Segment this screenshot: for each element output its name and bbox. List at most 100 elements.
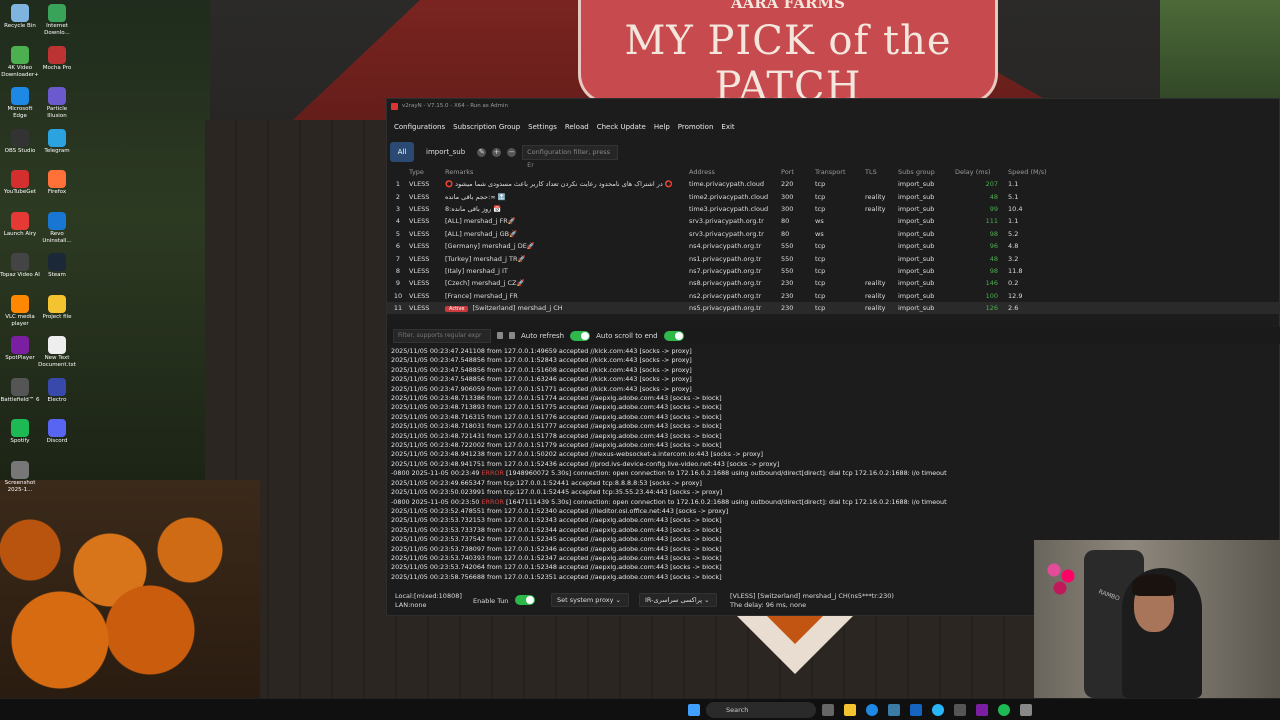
- tab-import-sub[interactable]: import_sub: [420, 148, 471, 156]
- table-row[interactable]: 9 VLESS [Czech] mershad_j CZ🚀 ns8.privacypa…: [387, 277, 1280, 289]
- routing-select[interactable]: IR-پراکسی سراسری ⌄: [639, 593, 717, 607]
- column-header[interactable]: Port: [781, 168, 815, 176]
- table-row[interactable]: 4 VLESS [ALL] mershad_j FR🚀 srv3.privacypat…: [387, 215, 1280, 227]
- table-cell: 230: [781, 279, 794, 288]
- table-row[interactable]: 3 VLESS روز باقی مانده:8 📅 time3.privacypat…: [387, 203, 1280, 215]
- desktop-icon[interactable]: Project file: [37, 294, 77, 321]
- table-row[interactable]: 6 VLESS [Germany] mershad_j DE🚀 ns4.privacy…: [387, 240, 1280, 252]
- column-header[interactable]: Type: [409, 168, 445, 176]
- desktop-icon[interactable]: Telegram: [37, 128, 77, 155]
- menu-item-promotion[interactable]: Promotion: [678, 123, 714, 131]
- desktop-icon-label: Steam: [48, 272, 66, 278]
- table-row[interactable]: 1 VLESS ⭕ در اشتراک های نامحدود رعایت نکرد…: [387, 178, 1280, 190]
- column-header[interactable]: TLS: [865, 168, 898, 176]
- table-row[interactable]: 11 VLESS Active [Switzerland] mershad_j CH n…: [387, 301, 1280, 315]
- settings-icon[interactable]: [954, 704, 966, 716]
- desktop-icon[interactable]: Discord: [37, 419, 77, 445]
- column-header[interactable]: Speed (M/s): [1008, 168, 1068, 176]
- task-view-icon[interactable]: [822, 704, 834, 716]
- log-line: 2025/11/05 00:23:48.722002 from 127.0.0.…: [391, 441, 722, 450]
- enable-tun-toggle[interactable]: [515, 595, 535, 605]
- desktop-icon[interactable]: Microsoft Edge: [0, 87, 40, 120]
- desktop-icon[interactable]: OBS Studio: [0, 128, 40, 155]
- config-filter-input[interactable]: Configuration filter, press Er: [522, 144, 619, 169]
- title-bar[interactable]: v2rayN - V7.15.0 - X64 - Run as Admin: [387, 99, 1279, 113]
- desktop-icon[interactable]: Firefox: [37, 170, 77, 196]
- desktop-icon[interactable]: 4K Video Downloader+: [0, 45, 40, 79]
- taskbar-search[interactable]: Search: [706, 702, 816, 718]
- taskbar: Search: [0, 698, 1280, 720]
- log-toolbar: Filter, supports regular expr Auto refre…: [387, 327, 1280, 344]
- log-filter-input[interactable]: Filter, supports regular expr: [393, 328, 491, 343]
- menu-item-configurations[interactable]: Configurations: [394, 123, 445, 131]
- desktop-icon[interactable]: Recycle Bin: [0, 4, 40, 30]
- log-line: 2025/11/05 00:23:48.941238 from 127.0.0.…: [391, 450, 763, 459]
- steam-icon: [48, 253, 66, 271]
- tab-all[interactable]: All: [390, 142, 414, 162]
- auto-refresh-toggle[interactable]: [570, 330, 591, 341]
- table-cell: 80: [781, 229, 790, 238]
- desktop-icon[interactable]: Launch Airy: [0, 211, 40, 238]
- vscode-icon[interactable]: [888, 704, 900, 716]
- server-table: Type Remarks Address Port Transport TLS Subs g…: [387, 165, 1280, 315]
- remove-sub-icon[interactable]: −: [507, 147, 517, 157]
- spotify-taskbar-icon[interactable]: [998, 704, 1010, 716]
- desktop-icon[interactable]: Revo Uninstall...: [37, 211, 77, 245]
- desktop-icon[interactable]: VLC media player: [0, 294, 40, 328]
- log-error-tag: ERROR: [481, 469, 504, 478]
- table-row[interactable]: 8 VLESS [Italy] mershad_j IT ns7.privacypat…: [387, 265, 1280, 277]
- desktop-icon-label: Electro: [47, 396, 67, 403]
- desktop-icon[interactable]: Particle Illusion: [37, 87, 77, 120]
- edge-taskbar-icon[interactable]: [866, 704, 878, 716]
- table-cell: 1.1: [1008, 217, 1019, 226]
- table-row[interactable]: 2 VLESS حجم باقی مانده:∞ 🔝 time2.privacypat…: [387, 190, 1280, 202]
- table-cell: import_sub: [898, 180, 935, 189]
- l-app-icon[interactable]: [910, 704, 922, 716]
- desktop-icon[interactable]: Battlefield™ 6: [0, 377, 40, 404]
- table-cell: import_sub: [898, 217, 935, 226]
- v2rayn-window[interactable]: v2rayN - V7.15.0 - X64 - Run as Admin Co…: [386, 98, 1280, 616]
- menu-item-subscription-group[interactable]: Subscription Group: [453, 123, 520, 131]
- menu-item-help[interactable]: Help: [654, 123, 670, 131]
- notepad-icon[interactable]: [1020, 704, 1032, 716]
- desktop-icon[interactable]: YouTubeGet: [0, 170, 40, 196]
- table-cell: 48: [989, 254, 998, 263]
- column-header[interactable]: Address: [689, 168, 781, 176]
- clear-icon[interactable]: [509, 332, 515, 339]
- column-header[interactable]: Delay (ms): [955, 168, 1008, 176]
- table-cell: import_sub: [898, 192, 935, 201]
- telegram-taskbar-icon[interactable]: [932, 704, 944, 716]
- explorer-icon[interactable]: [844, 704, 856, 716]
- lan-status: LAN:none: [395, 601, 427, 609]
- auto-scroll-toggle[interactable]: [663, 330, 684, 341]
- desktop-icon[interactable]: Topaz Video AI: [0, 253, 40, 279]
- desktop-icon[interactable]: Internet Downlo...: [37, 4, 77, 37]
- table-cell: 207: [985, 180, 998, 189]
- column-header[interactable]: Transport: [815, 168, 865, 176]
- copy-icon[interactable]: [497, 332, 503, 339]
- menu-item-reload[interactable]: Reload: [565, 123, 589, 131]
- desktop-icon[interactable]: SpotPlayer: [0, 336, 40, 362]
- table-row[interactable]: 5 VLESS [ALL] mershad_j GB🚀 srv3.privacypat…: [387, 228, 1280, 240]
- menu-item-check-update[interactable]: Check Update: [597, 123, 646, 131]
- start-icon[interactable]: [688, 704, 700, 716]
- menu-item-settings[interactable]: Settings: [528, 123, 557, 131]
- column-header[interactable]: Subs group: [898, 168, 955, 176]
- edit-sub-icon[interactable]: ✎: [477, 147, 487, 157]
- menu-item-exit[interactable]: Exit: [721, 123, 734, 131]
- desktop-icon[interactable]: New Text Document.txt: [37, 336, 77, 369]
- column-header[interactable]: Remarks: [445, 168, 689, 176]
- desktop-icon[interactable]: Mocha Pro: [37, 45, 77, 72]
- system-proxy-select[interactable]: Set system proxy ⌄: [551, 593, 629, 607]
- desktop-icon[interactable]: Electro: [37, 377, 77, 404]
- log-line: 2025/11/05 00:23:48.713893 from 127.0.0.…: [391, 403, 722, 412]
- r-app-icon[interactable]: [976, 704, 988, 716]
- table-row[interactable]: 7 VLESS [Turkey] mershad_j TR🚀 ns1.privacyp…: [387, 252, 1280, 264]
- barn-sign: AARA FARMS MY PICK of the PATCH: [578, 0, 998, 110]
- table-row[interactable]: 10 VLESS [France] mershad_j FR ns2.privacyp…: [387, 290, 1280, 302]
- add-sub-icon[interactable]: +: [492, 147, 502, 157]
- desktop-icon[interactable]: Steam: [37, 253, 77, 279]
- desktop-icon[interactable]: Spotify: [0, 419, 40, 445]
- desktop-icon[interactable]: Screenshot 2025-1...: [0, 460, 40, 494]
- table-cell: import_sub: [898, 304, 935, 313]
